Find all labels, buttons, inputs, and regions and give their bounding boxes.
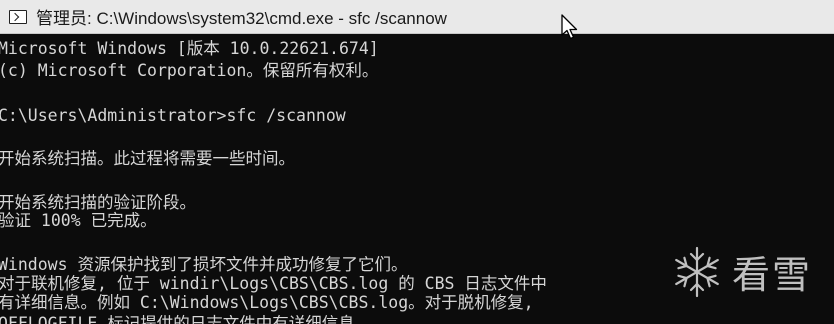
console-line: 开始系统扫描。此过程将需要一些时间。 <box>0 149 295 168</box>
console-line: 有详细信息。例如 C:\Windows\Logs\CBS\CBS.log。对于脱… <box>0 293 534 312</box>
window-title: 管理员: C:\Windows\system32\cmd.exe - sfc /… <box>36 9 447 28</box>
console-line: OFFLOGFILE 标记提供的日志文件中有详细信息。 <box>0 314 372 324</box>
console-prompt-line: C:\Users\Administrator>sfc /scannow <box>0 106 346 125</box>
console-line: Windows 资源保护找到了损坏文件并成功修复了它们。 <box>0 255 408 274</box>
console-line: 验证 100% 已完成。 <box>0 211 157 230</box>
console-app-icon <box>9 9 27 24</box>
console-line: Microsoft Windows [版本 10.0.22621.674] <box>0 39 379 58</box>
snowflake-icon <box>675 246 719 297</box>
console-line: (c) Microsoft Corporation。保留所有权利。 <box>0 61 379 80</box>
cmd-window: 管理员: C:\Windows\system32\cmd.exe - sfc /… <box>0 0 834 324</box>
watermark-text: 看雪 <box>732 253 813 297</box>
title-bar[interactable]: 管理员: C:\Windows\system32\cmd.exe - sfc /… <box>0 0 834 34</box>
console-line: 对于联机修复, 位于 windir\Logs\CBS\CBS.log 的 CBS… <box>0 274 547 293</box>
watermark: 看雪 <box>670 244 812 299</box>
console-line: 开始系统扫描的验证阶段。 <box>0 193 196 212</box>
